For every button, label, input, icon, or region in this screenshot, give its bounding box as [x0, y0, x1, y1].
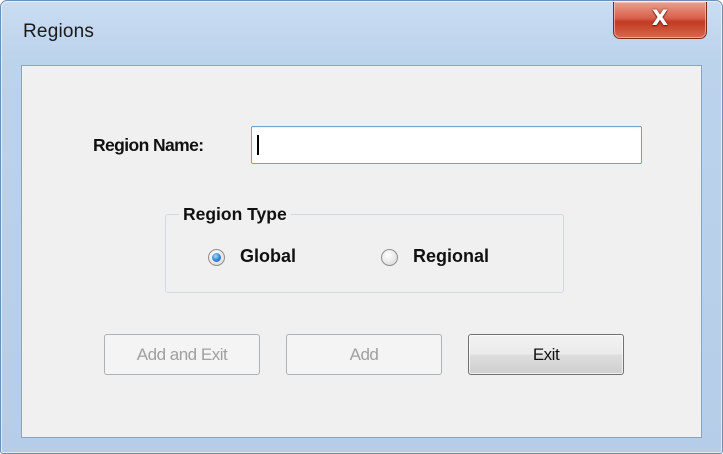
radio-circle-global — [208, 249, 225, 266]
radio-circle-regional — [381, 249, 398, 266]
radio-global-label: Global — [240, 246, 297, 266]
close-button[interactable]: X — [613, 2, 707, 39]
region-name-caret-layer — [251, 126, 642, 164]
radio-selected-dot — [212, 253, 221, 262]
window-title: Regions — [23, 21, 95, 42]
title-bar[interactable]: Regions X — [1, 1, 722, 65]
add-and-exit-button[interactable]: Add and Exit — [104, 334, 260, 375]
text-caret — [257, 135, 259, 155]
add-button[interactable]: Add — [286, 334, 442, 375]
close-icon: X — [651, 6, 669, 30]
regions-dialog: Regions X Region Name: Global Regional R… — [0, 0, 723, 454]
region-type-legend: Region Type — [179, 204, 291, 225]
region-type-group: Global Regional — [165, 214, 564, 293]
radio-regional-label: Regional — [413, 246, 490, 266]
dialog-client-area: Region Name: Global Regional Region Type… — [21, 65, 702, 438]
exit-button[interactable]: Exit — [468, 334, 624, 375]
region-name-label: Region Name: — [93, 135, 204, 155]
